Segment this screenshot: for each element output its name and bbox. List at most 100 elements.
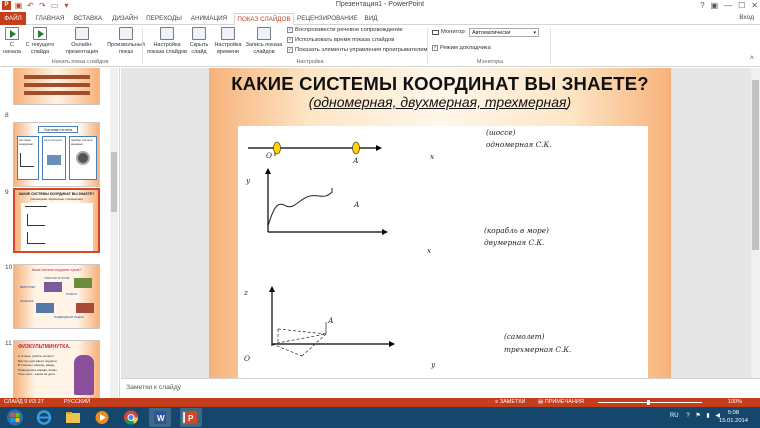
svg-text:P: P — [188, 414, 194, 423]
subtitle-text: одномерная, двухмерная, трехмерная — [313, 94, 567, 110]
svg-text:W: W — [157, 414, 165, 423]
slide-editor: КАКИЕ СИСТЕМЫ КООРДИНАТ ВЫ ЗНАЕТЕ? (одно… — [121, 68, 760, 378]
slide-scrollbar[interactable] — [751, 68, 760, 378]
label-x-axis-2d: х — [427, 246, 432, 255]
zoom-slider[interactable] — [590, 400, 710, 405]
record-icon — [257, 27, 271, 40]
network-icon[interactable]: ▮ — [706, 413, 709, 419]
label-y-axis-2d: у — [246, 176, 251, 185]
tab-view[interactable]: ВИД — [360, 13, 382, 25]
taskbar: W P RU ? ⚑ ▮ ◀ 5:08 15.01.2014 — [0, 407, 760, 428]
slide-thumbnail-8[interactable]: Система отсчета система координат тело о… — [13, 122, 100, 187]
thumbnails-scrollbar[interactable] — [110, 68, 118, 398]
tab-slide-show[interactable]: ПОКАЗ СЛАЙДОВ — [234, 13, 294, 25]
minimize-icon[interactable]: — — [724, 0, 732, 11]
online-presentation-button[interactable]: Онлайн-презентация — [60, 27, 104, 55]
file-explorer-icon[interactable] — [62, 408, 84, 427]
input-language[interactable]: RU — [670, 413, 679, 419]
comments-toggle-button[interactable]: ▤ ПРИМЕЧАНИЯ — [538, 398, 584, 407]
collapse-ribbon-icon[interactable]: ˄ — [750, 55, 754, 62]
word-icon[interactable]: W — [149, 408, 171, 427]
ribbon-tabs: ФАЙЛ ГЛАВНАЯ ВСТАВКА ДИЗАЙН ПЕРЕХОДЫ АНИ… — [0, 12, 760, 25]
tab-transitions[interactable]: ПЕРЕХОДЫ — [144, 13, 184, 25]
sign-in-link[interactable]: Вход — [739, 14, 754, 21]
label-2d: двумерная С.К. — [484, 238, 545, 247]
notes-toggle-button[interactable]: ≡ ЗАМЕТКИ — [495, 398, 526, 407]
scrollbar-thumb[interactable] — [752, 80, 759, 250]
tab-home[interactable]: ГЛАВНАЯ — [32, 13, 68, 25]
help-tray-icon[interactable]: ? — [686, 413, 689, 419]
label-z-axis-3d: z — [244, 288, 248, 297]
online-present-icon — [75, 27, 89, 40]
windows-logo-icon — [7, 409, 23, 426]
chevron-down-icon: ▾ — [533, 30, 536, 36]
from-start-label: С начала — [2, 42, 22, 55]
chrome-icon[interactable] — [120, 408, 142, 427]
scrollbar-thumb[interactable] — [111, 152, 117, 212]
language-indicator[interactable]: РУССКИЙ — [64, 398, 90, 407]
setup-label: Настройка показа слайдов — [147, 42, 187, 55]
checkbox-checked-icon: ✓ — [287, 27, 293, 33]
status-bar: СЛАЙД 9 ИЗ 27 РУССКИЙ ≡ ЗАМЕТКИ ▤ ПРИМЕЧ… — [0, 398, 760, 407]
maximize-icon[interactable]: ☐ — [738, 0, 745, 11]
use-timings-checkbox[interactable]: ✓ Использовать время показа слайдов — [287, 37, 394, 43]
title-bar: P ▣ ↶ ↷ ▭ ▾ Презентация1 - PowerPoint ? … — [0, 0, 760, 12]
record-show-button[interactable]: Запись показа слайдов — [245, 27, 283, 55]
tab-design[interactable]: ДИЗАЙН — [109, 13, 141, 25]
clock-time: 5:08 — [727, 410, 740, 416]
flag-icon[interactable]: ⚑ — [695, 413, 700, 419]
from-start-button[interactable]: С начала — [2, 27, 22, 55]
current-slide[interactable]: КАКИЕ СИСТЕМЫ КООРДИНАТ ВЫ ЗНАЕТЕ? (одно… — [209, 68, 671, 378]
clock[interactable]: 5:08 15.01.2014 — [719, 409, 748, 425]
thumb-title: Какая система координат нужна? — [31, 268, 82, 272]
rehearse-timings-button[interactable]: Настройка времени — [213, 27, 243, 55]
label-point-a-3d: А — [328, 316, 334, 325]
zoom-track — [598, 402, 702, 403]
slide-subtitle[interactable]: (одномерная, двухмерная, трехмерная) — [209, 94, 671, 110]
setup-show-button[interactable]: Настройка показа слайдов — [147, 27, 187, 55]
powerpoint-taskbar-icon[interactable]: P — [180, 408, 202, 427]
tab-file[interactable]: ФАЙЛ — [0, 12, 26, 25]
thumb-title: КАКИЕ СИСТЕМЫ КООРДИНАТ ВЫ ЗНАЕТЕ? — [18, 192, 95, 196]
custom-show-icon — [119, 27, 133, 40]
start-button[interactable] — [4, 408, 26, 427]
presenter-view-label: Режим докладчика — [440, 45, 491, 51]
monitor-icon — [432, 29, 439, 35]
ribbon-display-icon[interactable]: ▣ — [711, 0, 719, 11]
slide-number: 9 — [5, 189, 9, 196]
figure-drawing — [248, 141, 395, 357]
presenter-view-checkbox[interactable]: ✓ Режим докладчика — [432, 45, 491, 51]
play-current-icon — [33, 27, 47, 40]
label-y-axis-3d: у — [431, 360, 436, 369]
tab-insert[interactable]: ВСТАВКА — [70, 13, 106, 25]
media-player-icon[interactable] — [91, 408, 113, 427]
checkbox-checked-icon: ✓ — [287, 47, 293, 53]
thumb-word: РАКЕТА — [66, 292, 78, 296]
slide-thumbnail-9[interactable]: КАКИЕ СИСТЕМЫ КООРДИНАТ ВЫ ЗНАЕТЕ? (одно… — [13, 188, 100, 253]
zoom-knob[interactable] — [647, 400, 650, 405]
coordinate-systems-figure[interactable]: (шоссе) одномерная С.К. О А х у А (кораб… — [238, 126, 648, 378]
slide-number: 8 — [5, 112, 9, 119]
tab-review[interactable]: РЕЦЕНЗИРОВАНИЕ — [297, 13, 358, 25]
custom-show-button[interactable]: Произвольный показ — [106, 27, 146, 55]
internet-explorer-icon[interactable] — [33, 408, 55, 427]
slide-thumbnail-10[interactable]: Какая система координат нужна? ТРАКТОР В… — [13, 264, 100, 329]
hide-slide-button[interactable]: Скрыть слайд — [188, 27, 210, 55]
show-controls-checkbox[interactable]: ✓ Показать элементы управления проигрыва… — [287, 47, 427, 53]
play-narration-checkbox[interactable]: ✓ Воспроизвести речевое сопровождение — [287, 27, 403, 33]
slide-title[interactable]: КАКИЕ СИСТЕМЫ КООРДИНАТ ВЫ ЗНАЕТЕ? — [209, 73, 671, 95]
slide-thumbnail-7[interactable] — [13, 68, 100, 105]
thumb-title: ФИЗКУЛЬТМИНУТКА. — [18, 344, 71, 350]
slide-thumbnail-11[interactable]: ФИЗКУЛЬТМИНУТКА. А теперь, ребята, встал… — [13, 340, 100, 398]
show-controls-label: Показать элементы управления проигрывате… — [295, 47, 428, 53]
thumb-poem: А теперь, ребята, встали! Быстро руки вв… — [18, 354, 58, 377]
slide-number: 11 — [5, 340, 12, 347]
slide-number: 10 — [5, 264, 13, 271]
close-icon[interactable]: ✕ — [751, 0, 758, 11]
tab-animation[interactable]: АНИМАЦИЯ — [187, 13, 231, 25]
zoom-level[interactable]: 100% — [728, 398, 742, 407]
from-current-button[interactable]: С текущего слайда — [24, 27, 56, 55]
help-icon[interactable]: ? — [700, 0, 704, 11]
monitor-select[interactable]: Автоматически ▾ — [469, 28, 539, 37]
notes-pane[interactable]: Заметки к слайду — [121, 378, 760, 398]
